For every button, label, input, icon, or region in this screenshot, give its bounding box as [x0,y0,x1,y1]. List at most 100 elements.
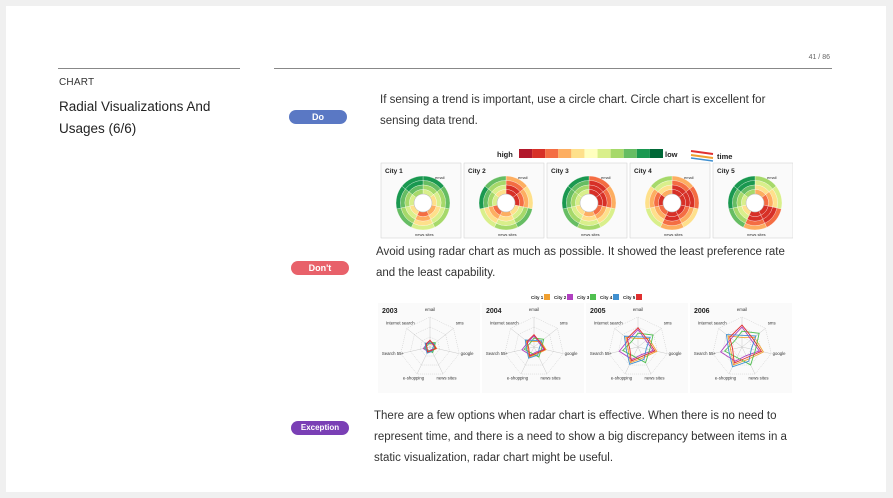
radar-legend-swatch [567,294,573,300]
radar-year-label: 2006 [694,308,710,315]
scale-swatch [519,149,533,158]
ring-label: email [767,175,777,180]
radar-frame [378,303,480,393]
scale-swatch [545,149,559,158]
radar-axis-label: email [737,307,747,312]
ring-label: news sites [747,232,766,237]
radar-frame [586,303,688,393]
radar-axis-label: sms [664,321,672,326]
right-divider [274,68,832,69]
do-text: If sensing a trend is important, use a c… [380,94,766,127]
ring-label: email [518,175,528,180]
radar-legend-swatch [590,294,596,300]
radar-axis-label: email [529,307,539,312]
radar-axis-label: Internet search [594,321,623,326]
radar-axis-label: news sites [748,375,768,380]
radar-axis-label: google [773,351,787,356]
radar-axis-label: sms [456,321,464,326]
ring-label: news sites [415,232,434,237]
radar-axis-label: e-shopping [507,375,529,380]
city-chart: City 4 news sites email [629,162,711,239]
scale-swatch [532,149,546,158]
scale-swatch [610,149,624,158]
radar-axis-label: google [565,351,579,356]
do-badge: Do [289,110,347,124]
city-label: City 3 [551,168,569,175]
city-label: City 1 [385,168,403,175]
radar-chart: 2006 email sms google news sites e-shopping Se… [690,303,792,393]
radar-legend-label: City 1 [531,295,544,300]
radar-year-label: 2004 [486,308,502,315]
scale-swatch [623,149,637,158]
radar-axis-label: e-shopping [403,375,425,380]
radar-axis-label: sms [768,321,776,326]
city-label: City 4 [634,168,652,175]
radar-axis-label: Search 55+ [382,351,405,356]
radar-axis-label: e-shopping [715,375,737,380]
radar-legend-swatch [613,294,619,300]
ring-label: news sites [581,232,600,237]
dont-text: Avoid using radar chart as much as possi… [376,246,785,279]
legend-low-label: low [665,150,678,159]
city-chart: City 5 news sites email [712,162,793,239]
city-label: City 5 [717,168,735,175]
ring-center [496,193,516,213]
dont-badge: Don't [291,261,349,275]
legend-time-label: time [717,152,732,161]
ring-label: news sites [498,232,517,237]
radar-axis-label: Search 55+ [694,351,717,356]
radar-legend: City 1 City 2 City 3 City 4 City 5 [531,294,642,300]
radar-charts: 2003 email sms google news sites e-shopping Se… [378,303,792,393]
radar-legend-swatch [636,294,642,300]
ring-center [413,193,433,213]
exception-text: There are a few options when radar chart… [374,410,787,464]
ring-center [745,193,765,213]
scale-swatch [649,149,663,158]
radar-axis-label: sms [560,321,568,326]
radar-axis-label: email [425,307,435,312]
radar-axis-label: news sites [436,375,456,380]
time-legend-icon [690,150,714,162]
radar-chart: 2004 email sms google news sites e-shopping Se… [482,303,584,393]
left-divider [58,68,240,69]
radar-frame [690,303,792,393]
legend-high-label: high [497,150,513,159]
circle-chart-figure: high low time City 1news sitesemailCity … [380,149,793,239]
page-number: 41 / 86 [808,54,830,61]
radar-year-label: 2003 [382,308,398,315]
ring-label: news sites [664,232,683,237]
exception-badge: Exception [291,421,349,435]
radar-legend-label: City 4 [600,295,613,300]
radar-axis-label: google [461,351,475,356]
scale-swatch [558,149,572,158]
radar-axis-label: Internet search [386,321,415,326]
radar-legend-swatch [544,294,550,300]
radar-axis-label: e-shopping [611,375,633,380]
city-chart: City 2 news sites email [463,162,545,239]
radar-axis-label: google [669,351,683,356]
radar-axis-label: Internet search [698,321,727,326]
ring-center [662,193,682,213]
radar-year-label: 2005 [590,308,606,315]
radar-legend-label: City 5 [623,295,636,300]
radar-chart-figure: City 1 City 2 City 3 City 4 City 5 2003 email… [378,294,792,393]
radar-axis-label: Search 55+ [486,351,509,356]
scale-swatch [571,149,585,158]
ring-label: email [684,175,694,180]
scale-swatch [584,149,598,158]
radar-chart: 2005 email sms google news sites e-shopping Se… [586,303,688,393]
scale-swatch [636,149,650,158]
ring-label: email [435,175,445,180]
radar-axis-label: news sites [540,375,560,380]
radar-axis-label: news sites [644,375,664,380]
radar-axis-label: email [633,307,643,312]
slide: 41 / 86 CHART Radial Visualizations And … [6,6,886,492]
slide-title: Radial Visualizations And Usages (6/6) [59,99,211,136]
radar-legend-label: City 2 [554,295,567,300]
radar-legend-label: City 3 [577,295,590,300]
section-label: CHART [59,77,95,88]
city-chart: City 3 news sites email [546,162,628,239]
city-chart: City 1 news sites email [380,162,462,239]
city-label: City 2 [468,168,486,175]
scale-swatch [597,149,611,158]
